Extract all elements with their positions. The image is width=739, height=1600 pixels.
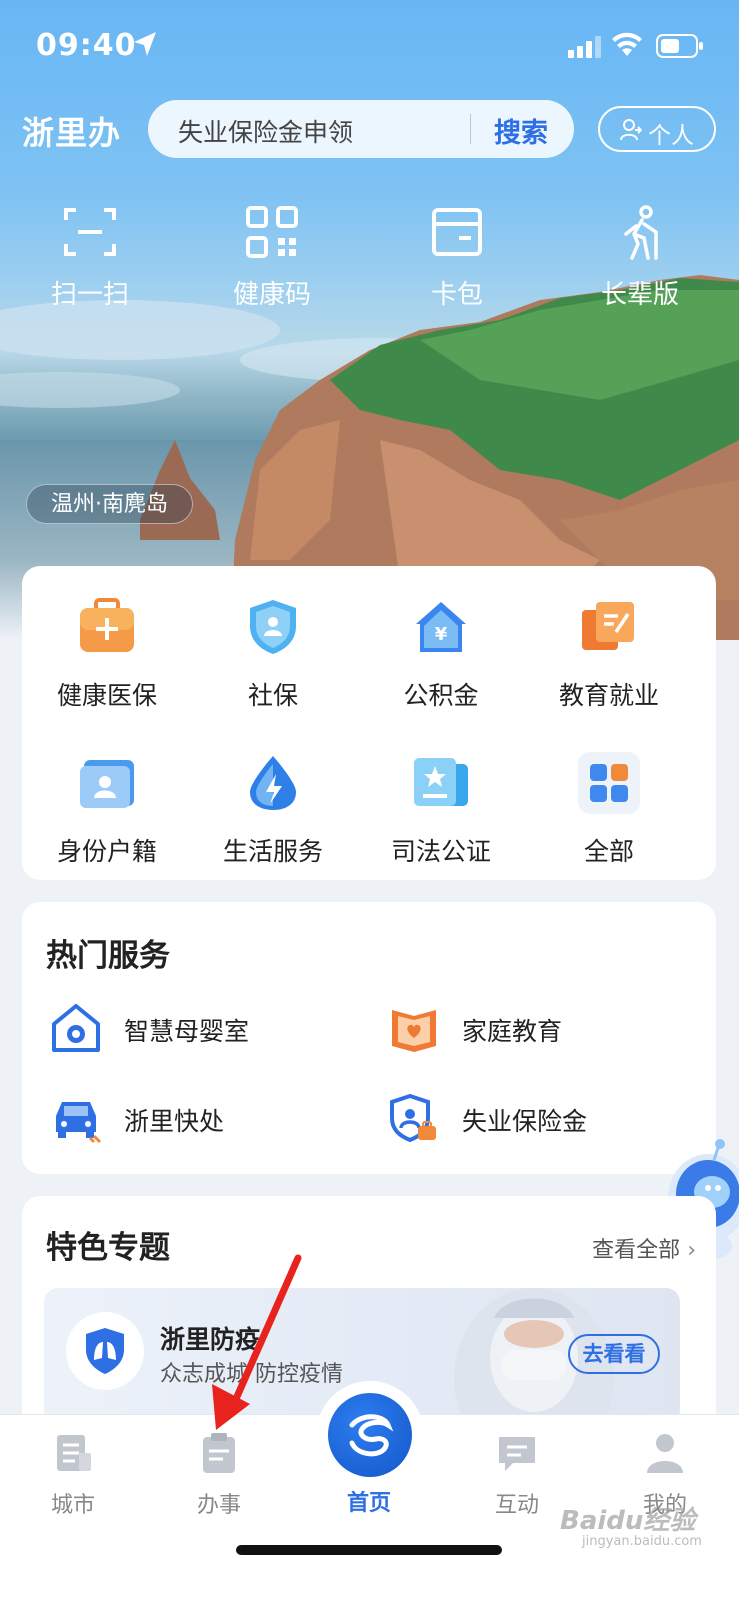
qr-code-icon bbox=[246, 206, 298, 258]
service-label: 健康医保 bbox=[56, 681, 157, 710]
service-label: 公积金 bbox=[403, 681, 479, 710]
banner-subtitle: 众志成城 防控疫情 bbox=[160, 1362, 343, 1387]
service-justice-notary[interactable]: 司法公证 bbox=[356, 752, 526, 868]
quick-action-health-code[interactable]: 健康码 bbox=[212, 204, 332, 311]
hot-service-label: 智慧母婴室 bbox=[124, 1017, 250, 1046]
car-accident-icon bbox=[56, 1102, 102, 1144]
watermark-url: jingyan.baidu.com bbox=[582, 1534, 702, 1549]
tab-home[interactable]: 首页 bbox=[314, 1477, 424, 1517]
personal-mode-button[interactable]: 个人 bbox=[598, 106, 716, 152]
search-bar[interactable]: 失业保险金申领 搜索 bbox=[148, 100, 574, 158]
island-scenery-image bbox=[0, 275, 739, 640]
banner-shield-badge bbox=[66, 1312, 144, 1390]
service-label: 司法公证 bbox=[390, 837, 491, 866]
status-bar: 09:40 bbox=[0, 0, 739, 92]
home-logo-icon bbox=[328, 1393, 412, 1477]
service-life-services[interactable]: 生活服务 bbox=[188, 752, 358, 868]
quick-action-card-wallet[interactable]: 卡包 bbox=[397, 204, 517, 311]
service-education-employment[interactable]: 教育就业 bbox=[524, 596, 694, 712]
wifi-icon bbox=[612, 32, 642, 56]
tab-affairs[interactable]: 办事 bbox=[164, 1431, 274, 1519]
tab-city[interactable]: 城市 bbox=[18, 1431, 128, 1519]
unemployment-insurance-icon bbox=[390, 1093, 436, 1143]
medical-kit-icon bbox=[80, 598, 134, 652]
see-all-label: 查看全部 bbox=[592, 1238, 681, 1263]
id-card-icon bbox=[80, 760, 134, 808]
justice-icon bbox=[414, 758, 468, 806]
tab-interaction[interactable]: 互动 bbox=[462, 1431, 572, 1519]
watermark-logo: Baidu经验 bbox=[560, 1506, 696, 1536]
hot-services-title: 热门服务 bbox=[46, 938, 170, 974]
hot-service-label: 失业保险金 bbox=[462, 1107, 588, 1136]
service-all[interactable]: 全部 bbox=[524, 752, 694, 868]
tab-label: 互动 bbox=[494, 1493, 539, 1518]
search-divider bbox=[470, 114, 471, 144]
service-social-security[interactable]: 社保 bbox=[188, 596, 358, 712]
hot-service-item[interactable]: 家庭教育 bbox=[388, 1002, 688, 1058]
battery-icon bbox=[656, 34, 703, 58]
chat-icon bbox=[499, 1437, 535, 1471]
hot-service-item[interactable]: 智慧母婴室 bbox=[50, 1002, 350, 1058]
banner-title: 浙里防疫 bbox=[160, 1325, 261, 1354]
featured-title: 特色专题 bbox=[46, 1230, 170, 1266]
affairs-icon bbox=[203, 1433, 235, 1473]
housing-fund-icon: ¥ bbox=[416, 602, 466, 652]
tab-label: 首页 bbox=[346, 1491, 391, 1516]
hot-service-item[interactable]: 浙里快处 bbox=[50, 1092, 350, 1148]
service-housing-fund[interactable]: ¥ 公积金 bbox=[356, 596, 526, 712]
card-wallet-icon bbox=[432, 208, 482, 256]
quick-action-label: 扫一扫 bbox=[50, 280, 129, 310]
service-label: 社保 bbox=[247, 681, 298, 710]
quick-action-scan[interactable]: 扫一扫 bbox=[30, 204, 150, 311]
service-grid-card: 健康医保 社保 ¥ 公积金 教育就业 身份户籍 生活服务 司法公证 全部 bbox=[22, 566, 716, 880]
profile-icon bbox=[647, 1434, 683, 1473]
banner-go-button[interactable]: 去看看 bbox=[568, 1334, 660, 1374]
service-label: 教育就业 bbox=[558, 681, 659, 710]
service-identity-registry[interactable]: 身份户籍 bbox=[22, 752, 192, 868]
quick-action-label: 长辈版 bbox=[600, 280, 679, 310]
baby-room-icon bbox=[52, 1004, 100, 1052]
education-icon bbox=[582, 602, 634, 650]
person-switch-icon bbox=[620, 119, 642, 141]
hot-services-card: 热门服务 智慧母婴室 家庭教育 浙里快处 失业保险金 bbox=[22, 902, 716, 1174]
see-all-link[interactable]: 查看全部 › bbox=[592, 1232, 696, 1264]
water-drop-bolt-icon bbox=[250, 756, 296, 810]
tab-label: 办事 bbox=[196, 1493, 241, 1518]
service-health-insurance[interactable]: 健康医保 bbox=[22, 596, 192, 712]
hot-service-item[interactable]: 失业保险金 bbox=[388, 1092, 688, 1148]
hot-service-label: 家庭教育 bbox=[462, 1017, 563, 1046]
location-tag: 温州·南麂岛 bbox=[26, 484, 193, 524]
chevron-right-icon: › bbox=[687, 1238, 696, 1263]
social-security-shield-icon bbox=[250, 600, 296, 654]
hero-background bbox=[0, 0, 739, 640]
all-apps-icon bbox=[578, 752, 640, 814]
svg-text:¥: ¥ bbox=[435, 624, 448, 645]
location-arrow-icon bbox=[134, 32, 156, 56]
quick-action-elder-mode[interactable]: 长辈版 bbox=[580, 204, 700, 311]
lung-shield-icon bbox=[86, 1328, 124, 1374]
status-time: 09:40 bbox=[36, 28, 137, 63]
city-icon bbox=[57, 1435, 91, 1471]
tab-home-bubble[interactable] bbox=[316, 1381, 424, 1489]
elder-mode-icon bbox=[624, 205, 658, 260]
service-label: 全部 bbox=[583, 837, 634, 866]
search-input[interactable]: 失业保险金申领 bbox=[178, 113, 353, 149]
personal-mode-label: 个人 bbox=[648, 123, 694, 149]
quick-action-label: 卡包 bbox=[430, 280, 483, 310]
hot-service-label: 浙里快处 bbox=[124, 1107, 225, 1136]
quick-action-label: 健康码 bbox=[232, 280, 311, 310]
home-indicator bbox=[236, 1545, 502, 1555]
tab-label: 城市 bbox=[50, 1493, 95, 1518]
cellular-signal-icon bbox=[568, 36, 601, 58]
scan-icon bbox=[64, 208, 116, 256]
service-label: 生活服务 bbox=[222, 837, 323, 866]
service-label: 身份户籍 bbox=[56, 837, 157, 866]
search-button[interactable]: 搜索 bbox=[494, 111, 548, 150]
family-education-icon bbox=[392, 1010, 436, 1052]
app-brand-logo: 浙里办 bbox=[22, 114, 122, 152]
